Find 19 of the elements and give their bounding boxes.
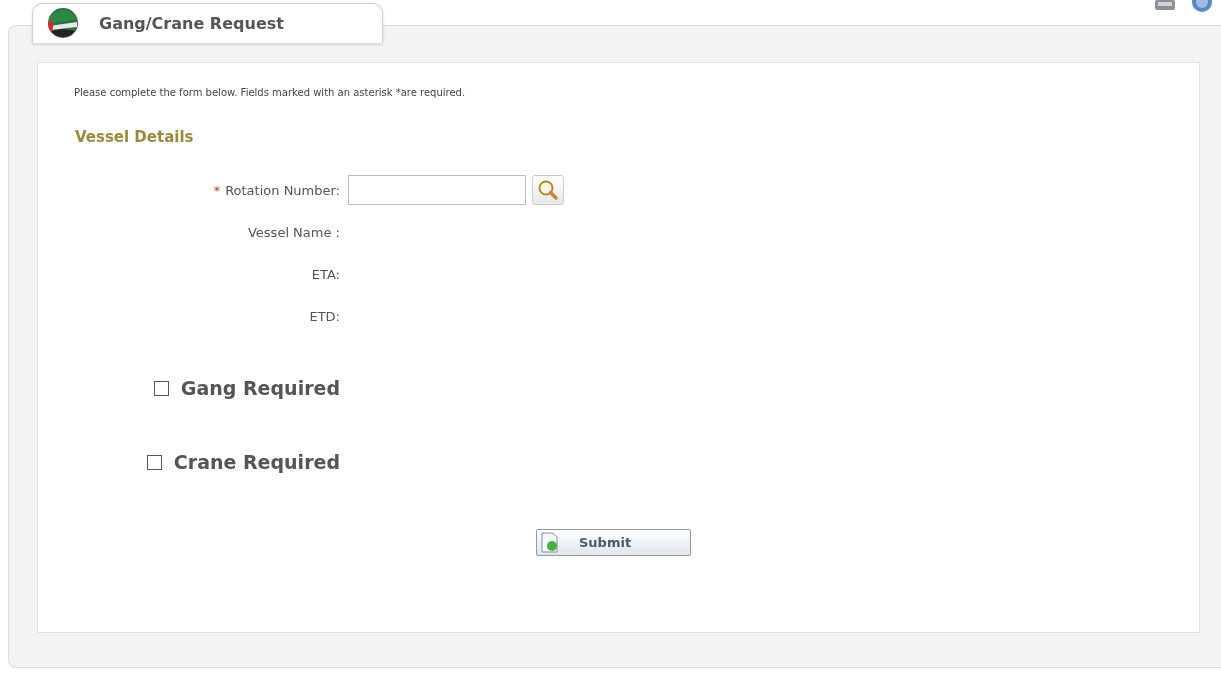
help-icon[interactable] [1191,0,1213,13]
printer-icon[interactable] [1153,0,1177,12]
checkbox-label: Crane Required [173,451,340,473]
page-title: Gang/Crane Request [99,14,284,33]
field-label: Vessel Name : [247,224,340,240]
checkbox[interactable] [153,380,169,396]
search-button[interactable] [532,175,564,205]
field-label: Rotation Number: [225,182,340,198]
search-icon [537,179,559,201]
submit-button[interactable]: Submit [536,529,691,556]
instructions-text: Please complete the form below. Fields marked with an asterisk *are required. [74,87,467,98]
checkbox-label: Gang Required [180,377,340,399]
required-mark: * [213,182,221,198]
checkbox[interactable] [146,454,162,470]
document-icon [539,531,561,554]
field-label: ETD: [309,308,340,324]
input-field[interactable] [348,175,526,205]
section-heading: Vessel Details [75,128,195,146]
field-label: ETA: [311,266,340,282]
